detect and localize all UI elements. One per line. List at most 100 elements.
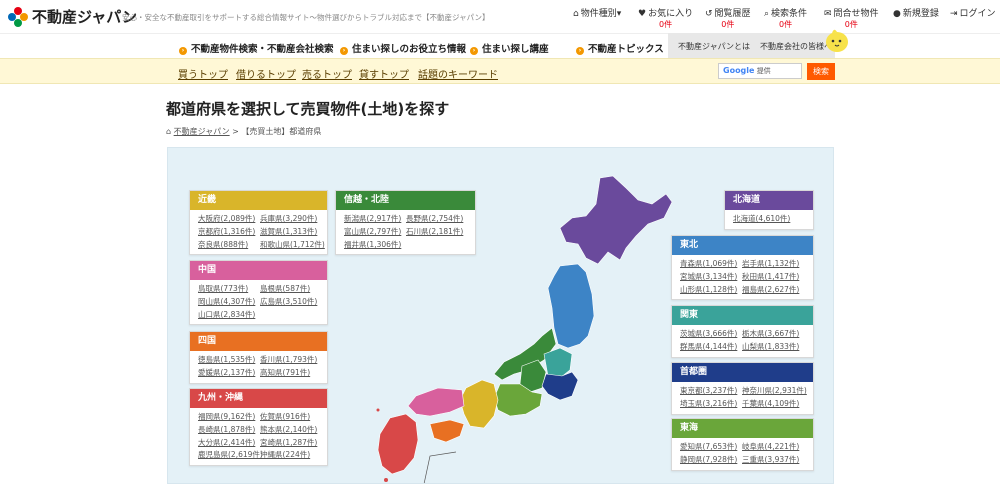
nav-property-type[interactable]: ⌂ 物件種別▾ — [573, 6, 621, 19]
prefecture-link[interactable]: 群馬県(4,144件) — [680, 341, 742, 354]
about-link[interactable]: 不動産ジャパンとは — [678, 41, 750, 52]
breadcrumb: ⌂ 不動産ジャパン > 【売買土地】都道府県 — [166, 127, 322, 136]
search-conditions-count: 0件 — [778, 20, 793, 29]
prefecture-link[interactable]: 千葉県(4,109件) — [742, 398, 804, 411]
prefecture-link[interactable]: 神奈川県(2,931件) — [742, 385, 807, 398]
prefecture-link[interactable]: 山形県(1,128件) — [680, 284, 742, 297]
prefecture-link[interactable]: 長崎県(1,878件) — [198, 424, 260, 437]
region-kanto: 関東 茨城県(3,666件) 栃木県(3,667件) 群馬県(4,144件) 山… — [671, 305, 814, 358]
prefecture-link[interactable]: 兵庫県(3,290件) — [260, 213, 322, 226]
mascot-chick-icon — [826, 29, 848, 52]
prefecture-link[interactable]: 島根県(587件) — [260, 283, 322, 296]
prefecture-link[interactable]: 青森県(1,069件) — [680, 258, 742, 271]
prefecture-link[interactable]: 鳥取県(773件) — [198, 283, 260, 296]
region-tohoku: 東北 青森県(1,069件) 岩手県(1,132件) 宮城県(3,134件) 秋… — [671, 235, 814, 301]
sub-nav-lease[interactable]: 貸すトップ — [359, 66, 409, 81]
prefecture-link[interactable]: 和歌山県(1,712件) — [260, 239, 325, 252]
map-chugoku[interactable] — [407, 387, 465, 417]
main-nav-course[interactable]: › 住まい探し講座 — [470, 41, 549, 55]
prefecture-link[interactable]: 茨城県(3,666件) — [680, 328, 742, 341]
prefecture-link[interactable]: 東京都(3,237件) — [680, 385, 742, 398]
prefecture-link[interactable]: 鹿児島県(2,619件) — [198, 449, 263, 462]
prefecture-link[interactable]: 沖縄県(224件) — [260, 449, 322, 462]
search-button[interactable]: 検索 — [807, 63, 835, 80]
prefecture-link[interactable]: 富山県(2,797件) — [344, 226, 406, 239]
page-title: 都道府県を選択して売買物件(土地)を探す — [166, 100, 450, 118]
arrow-right-icon: › — [179, 47, 187, 55]
mail-icon: ✉ — [824, 9, 832, 19]
logo-mark-icon — [8, 6, 28, 27]
prefecture-link[interactable]: 愛媛県(2,137件) — [198, 367, 260, 380]
prefecture-link[interactable]: 山口県(2,834件) — [198, 309, 260, 322]
sub-nav-sell[interactable]: 売るトップ — [302, 66, 352, 81]
map-shikoku[interactable] — [429, 419, 465, 443]
region-header: 中国 — [190, 261, 327, 280]
prefecture-link[interactable]: 栃木県(3,667件) — [742, 328, 804, 341]
prefecture-link[interactable]: 岡山県(4,307件) — [198, 296, 260, 309]
main-nav-property-search[interactable]: › 不動産物件検索・不動産会社検索 — [179, 41, 334, 55]
sub-nav-buy[interactable]: 買うトップ — [178, 66, 228, 81]
map-shutoken[interactable] — [541, 371, 579, 401]
prefecture-link[interactable]: 広島県(3,510件) — [260, 296, 322, 309]
prefecture-link[interactable]: 三重県(3,937件) — [742, 454, 804, 467]
home-icon: ⌂ — [573, 9, 579, 19]
prefecture-link[interactable]: 埼玉県(3,216件) — [680, 398, 742, 411]
home-icon: ⌂ — [166, 127, 172, 136]
search-icon: ⌕ — [764, 9, 770, 19]
about-box: 不動産ジャパンとは 不動産会社の皆様へ — [668, 33, 835, 58]
map-kyushu[interactable] — [377, 413, 419, 475]
prefecture-link[interactable]: 大阪府(2,089件) — [198, 213, 260, 226]
prefecture-link[interactable]: 宮城県(3,134件) — [680, 271, 742, 284]
prefecture-link[interactable]: 長野県(2,754件) — [406, 213, 468, 226]
breadcrumb-home[interactable]: 不動産ジャパン — [174, 127, 230, 136]
sub-nav-keywords[interactable]: 話題のキーワード — [418, 66, 498, 81]
prefecture-link[interactable]: 高知県(791件) — [260, 367, 322, 380]
main-nav-topics[interactable]: › 不動産トピックス — [576, 41, 664, 55]
prefecture-link[interactable]: 奈良県(888件) — [198, 239, 260, 252]
region-shikoku: 四国 徳島県(1,535件) 香川県(1,793件) 愛媛県(2,137件) 高… — [189, 331, 328, 384]
map-hokkaido[interactable] — [559, 175, 673, 265]
prefecture-link[interactable]: 香川県(1,793件) — [260, 354, 322, 367]
region-header: 関東 — [672, 306, 813, 325]
prefecture-link[interactable]: 静岡県(7,928件) — [680, 454, 742, 467]
arrow-right-icon: › — [470, 47, 478, 55]
map-tohoku[interactable] — [547, 263, 595, 349]
nav-history[interactable]: ↺ 閲覧履歴 0件 — [705, 6, 751, 29]
prefecture-link[interactable]: 石川県(2,181件) — [406, 226, 468, 239]
region-header: 九州・沖縄 — [190, 389, 327, 408]
region-kyushu-okinawa: 九州・沖縄 福岡県(9,162件) 佐賀県(916件) 長崎県(1,878件) … — [189, 388, 328, 467]
prefecture-link[interactable]: 滋賀県(1,313件) — [260, 226, 322, 239]
prefecture-link[interactable]: 佐賀県(916件) — [260, 411, 322, 424]
map-kinki[interactable] — [459, 379, 499, 429]
prefecture-link[interactable]: 京都府(1,316件) — [198, 226, 260, 239]
prefecture-link[interactable]: 山梨県(1,833件) — [742, 341, 804, 354]
prefecture-link[interactable]: 熊本県(2,140件) — [260, 424, 322, 437]
prefecture-link[interactable]: 宮崎県(1,287件) — [260, 437, 322, 450]
nav-login[interactable]: ⇥ ログイン — [950, 6, 996, 19]
prefecture-link[interactable]: 徳島県(1,535件) — [198, 354, 260, 367]
sub-nav-rent[interactable]: 借りるトップ — [236, 66, 296, 81]
arrow-right-icon: › — [576, 47, 584, 55]
history-icon: ↺ — [705, 9, 713, 19]
google-search-input[interactable]: Google 提供 — [718, 63, 802, 79]
main-nav-useful-info[interactable]: › 住まい探しのお役立ち情報 — [340, 41, 466, 55]
tagline: 安心・安全な不動産取引をサポートする総合情報サイト〜物件選びからトラブル対応まで… — [122, 13, 490, 22]
prefecture-link[interactable]: 岐阜県(4,221件) — [742, 441, 804, 454]
prefecture-link[interactable]: 大分県(2,414件) — [198, 437, 260, 450]
prefecture-link[interactable]: 新潟県(2,917件) — [344, 213, 406, 226]
region-header: 首都圏 — [672, 363, 813, 382]
prefecture-link[interactable]: 北海道(4,610件) — [733, 213, 833, 226]
arrow-right-icon: › — [340, 47, 348, 55]
site-logo[interactable]: 不動産ジャパン — [8, 6, 137, 27]
prefecture-link[interactable]: 愛知県(7,653件) — [680, 441, 742, 454]
heart-icon: ♥ — [638, 9, 647, 19]
region-kinki: 近畿 大阪府(2,089件) 兵庫県(3,290件) 京都府(1,316件) 滋… — [189, 190, 328, 256]
prefecture-link[interactable]: 福島県(2,627件) — [742, 284, 804, 297]
prefecture-link[interactable]: 福岡県(9,162件) — [198, 411, 260, 424]
prefecture-link[interactable]: 岩手県(1,132件) — [742, 258, 804, 271]
nav-favorites[interactable]: ♥ お気に入り 0件 — [638, 6, 693, 29]
nav-search-conditions[interactable]: ⌕ 検索条件 0件 — [764, 6, 807, 29]
prefecture-link[interactable]: 福井県(1,306件) — [344, 239, 406, 252]
prefecture-link[interactable]: 秋田県(1,417件) — [742, 271, 804, 284]
nav-register[interactable]: ● 新規登録 — [893, 6, 939, 19]
